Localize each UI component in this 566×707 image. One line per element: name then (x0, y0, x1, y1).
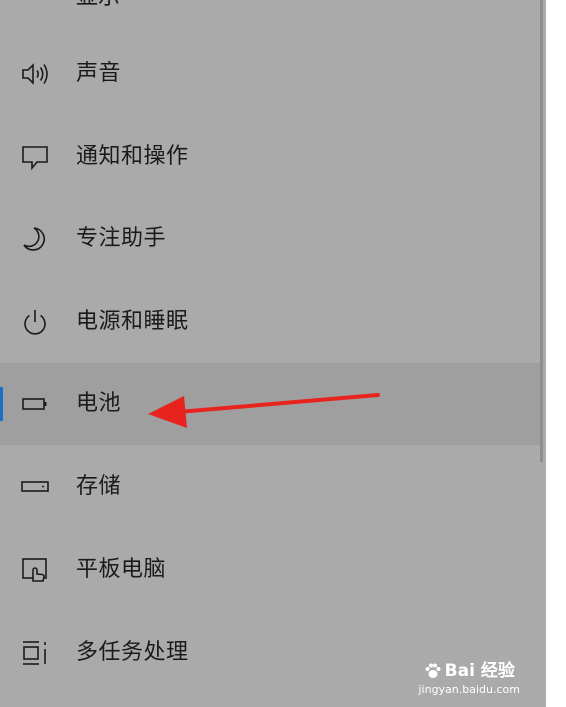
sidebar-item-sound[interactable]: 声音 (0, 33, 540, 115)
sidebar-item-storage[interactable]: 存储 (0, 446, 540, 528)
watermark-brand-text: Bai 经验 (444, 661, 515, 681)
sidebar-item-tablet[interactable]: 平板电脑 (0, 529, 540, 611)
sidebar-item-label: 平板电脑 (76, 557, 167, 582)
sidebar-item-label: 电池 (76, 391, 122, 416)
settings-nav-panel: 显示 声音 通知和操作 专注助手 (0, 0, 546, 707)
moon-icon (20, 225, 50, 253)
speaker-icon (20, 60, 50, 88)
sidebar-item-label: 存储 (76, 474, 122, 499)
paw-icon (425, 663, 441, 678)
sidebar-item-label: 通知和操作 (76, 144, 189, 169)
battery-icon (20, 390, 50, 418)
sidebar-item-notifications[interactable]: 通知和操作 (0, 116, 540, 198)
multitasking-icon (20, 639, 50, 667)
sidebar-item-power-sleep[interactable]: 电源和睡眠 (0, 281, 540, 363)
sidebar-item-display-partial[interactable]: 显示 (76, 0, 120, 10)
notification-icon (20, 143, 50, 171)
sidebar-item-label: 专注助手 (76, 226, 167, 251)
watermark: Bai 经验 jingyan.baidu.com (418, 661, 520, 697)
selection-indicator (0, 387, 3, 421)
storage-icon (20, 473, 50, 501)
sidebar-item-focus-assist[interactable]: 专注助手 (0, 198, 540, 280)
power-icon (20, 308, 50, 336)
sidebar-item-label: 声音 (76, 61, 122, 86)
scrollbar[interactable] (540, 0, 543, 462)
sidebar-item-label: 多任务处理 (76, 640, 189, 665)
sidebar-item-label: 电源和睡眠 (76, 309, 189, 334)
watermark-url: jingyan.baidu.com (418, 683, 520, 696)
tablet-icon (20, 556, 50, 584)
red-arrow-annotation (148, 393, 380, 428)
watermark-brand: Bai 经验 (418, 661, 520, 681)
